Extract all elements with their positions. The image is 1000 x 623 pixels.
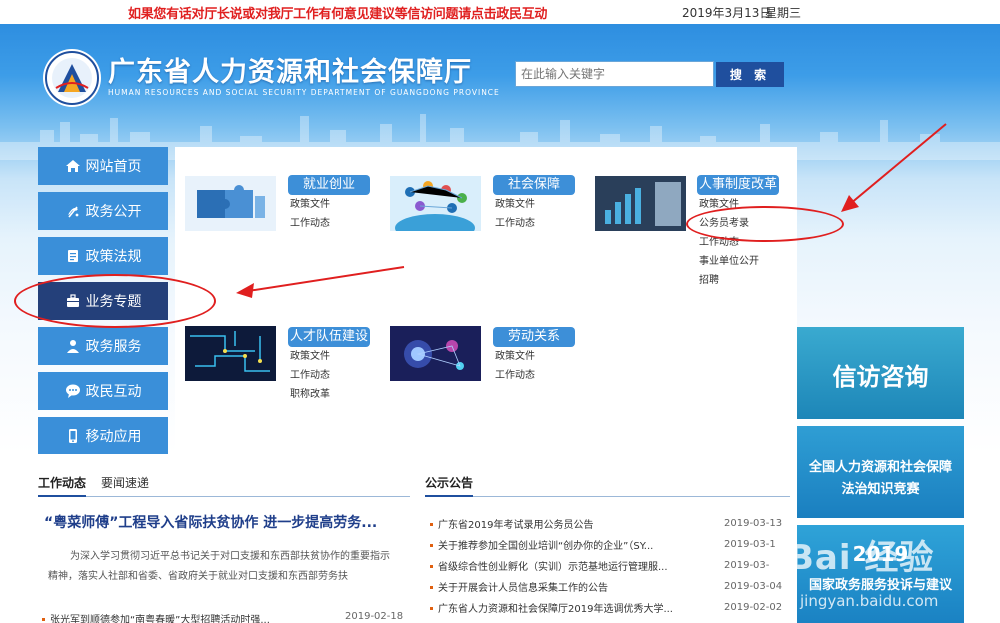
tab-headline-news[interactable]: 要闻速递	[101, 474, 149, 491]
glowing-network-thumbnail[interactable]	[390, 326, 481, 381]
current-weekday: 星期三	[765, 6, 802, 20]
category-title[interactable]: 人事制度改革	[697, 175, 779, 195]
bullet-icon	[430, 607, 433, 610]
tab-work-news[interactable]: 工作动态	[38, 474, 86, 491]
banner-year: 2019	[852, 542, 909, 566]
banner-label: 全国人力资源和社会保障	[808, 460, 952, 475]
nav-home[interactable]: 网站首页	[38, 147, 168, 185]
nav-label: 移动应用	[85, 429, 142, 445]
search-input[interactable]	[515, 61, 714, 87]
banner-label: 国家政务服务投诉与建议	[808, 578, 952, 593]
nav-government-services[interactable]: 政务服务	[38, 327, 168, 365]
bullet-icon	[42, 618, 45, 621]
annotation-ellipse-nav	[14, 274, 216, 328]
banner-label: 法治知识竞赛	[841, 482, 920, 497]
category-link[interactable]: 工作动态	[493, 366, 575, 385]
search-button[interactable]: 搜 索	[716, 62, 784, 87]
government-service-complaint-banner[interactable]: 2019 国家政务服务投诉与建议	[797, 525, 964, 623]
site-subtitle: HUMAN RESOURCES AND SOCIAL SECURITY DEPA…	[108, 88, 500, 97]
notice-item-date: 2019-02-02	[724, 602, 783, 613]
news-headline[interactable]: “粤菜师傅”工程导入省际扶贫协作 进一步提高劳务...	[44, 512, 377, 532]
category-title[interactable]: 就业创业	[288, 175, 370, 195]
bullet-icon	[430, 523, 433, 526]
nav-label: 网站首页	[85, 159, 142, 175]
top-notice-link[interactable]: 如果您有话对厅长说或对我厅工作有何意见建议等信访问题请点击政民互动	[128, 3, 547, 22]
department-logo	[42, 48, 102, 108]
news-item-date: 2019-02-18	[345, 611, 404, 622]
notice-item-title: 关于推荐参加全国创业培训“创办你的企业”（SY...	[438, 541, 654, 552]
notice-item-date: 2019-03-1	[724, 539, 776, 550]
notice-list-item[interactable]: 广东省人力资源和社会保障厅2019年选调优秀大学... 2019-02-02	[430, 600, 798, 618]
notice-list-item[interactable]: 广东省2019年考试录用公务员公告 2019-03-13	[430, 516, 798, 534]
news-item-title: 张光军到顺德参加“南粤春暖”大型招聘活动时强...	[50, 615, 270, 623]
category-link[interactable]: 工作动态	[288, 366, 370, 385]
nav-label: 政务服务	[85, 339, 142, 355]
active-tab-indicator	[38, 495, 86, 497]
category-link[interactable]: 政策文件	[493, 347, 575, 366]
news-summary: 为深入学习贯彻习近平总书记关于对口支援和东西部扶贫协作的重要指示精神，落实人社部…	[48, 551, 390, 582]
category-employment: 就业创业 政策文件 工作动态	[288, 173, 370, 233]
notice-item-date: 2019-03-13	[724, 518, 783, 529]
notice-list-item[interactable]: 关于开展会计人员信息采集工作的公告 2019-03-04	[430, 579, 798, 597]
business-topics-panel: 就业创业 政策文件 工作动态 社会保障 政策文件 工作动态 人事制度改革 政策文…	[175, 147, 797, 454]
category-title[interactable]: 人才队伍建设	[288, 327, 370, 347]
site-title: 广东省人力资源和社会保障厅	[108, 57, 472, 88]
annotation-ellipse-civil-servant	[686, 206, 844, 242]
category-talent-development: 人才队伍建设 政策文件 工作动态 职称改革	[288, 325, 370, 404]
current-date: 2019年3月13日	[682, 6, 772, 20]
news-tabs: 工作动态 要闻速递	[38, 473, 410, 497]
home-icon	[65, 160, 80, 172]
category-link[interactable]: 职称改革	[288, 385, 370, 404]
petition-consultation-banner[interactable]: 信访咨询	[797, 327, 964, 419]
page: { "topbar": { "notice": "如果您有话对厅长说或对我厅工作…	[0, 0, 1000, 623]
user-service-icon	[66, 340, 79, 353]
notice-item-title: 关于开展会计人员信息采集工作的公告	[438, 583, 608, 594]
puzzle-thumbnail[interactable]	[185, 176, 276, 231]
nav-label: 政民互动	[85, 384, 142, 400]
document-icon	[67, 250, 78, 262]
bullet-icon	[430, 544, 433, 547]
notice-item-date: 2019-03-	[724, 560, 770, 571]
top-bar: 如果您有话对厅长说或对我厅工作有何意见建议等信访问题请点击政民互动 2019年3…	[0, 0, 1000, 24]
bullet-icon	[430, 586, 433, 589]
category-link[interactable]: 工作动态	[288, 214, 370, 233]
circuit-thumbnail[interactable]	[185, 326, 276, 381]
notice-item-title: 广东省2019年考试录用公务员公告	[438, 520, 594, 531]
category-link[interactable]: 事业单位公开	[697, 252, 779, 271]
chat-icon	[65, 384, 80, 398]
nav-mobile-apps[interactable]: 移动应用	[38, 417, 168, 455]
category-link[interactable]: 政策文件	[493, 195, 575, 214]
notice-item-title: 省级综合性创业孵化（实训）示范基地运行管理服...	[438, 562, 668, 573]
notice-list-item[interactable]: 关于推荐参加全国创业培训“创办你的企业”（SY... 2019-03-1	[430, 537, 798, 555]
notices-title: 公示公告	[425, 476, 474, 490]
category-link[interactable]: 工作动态	[493, 214, 575, 233]
nav-label: 政策法规	[85, 249, 142, 265]
category-social-security: 社会保障 政策文件 工作动态	[493, 173, 575, 233]
notices-title-underline	[425, 495, 473, 497]
nav-policies[interactable]: 政策法规	[38, 237, 168, 275]
nav-public-interaction[interactable]: 政民互动	[38, 372, 168, 410]
category-link[interactable]: 政策文件	[288, 347, 370, 366]
notice-item-title: 广东省人力资源和社会保障厅2019年选调优秀大学...	[438, 604, 673, 615]
legal-knowledge-contest-banner[interactable]: 全国人力资源和社会保障 法治知识竞赛	[797, 426, 964, 518]
notice-list-item[interactable]: 省级综合性创业孵化（实训）示范基地运行管理服... 2019-03-	[430, 558, 798, 576]
bullet-icon	[430, 565, 433, 568]
notice-item-date: 2019-03-04	[724, 581, 783, 592]
category-labor-relations: 劳动关系 政策文件 工作动态	[493, 325, 575, 385]
notices-header: 公示公告	[425, 473, 790, 497]
category-title[interactable]: 劳动关系	[493, 327, 575, 347]
category-link[interactable]: 招聘	[697, 271, 779, 290]
business-chart-thumbnail[interactable]	[595, 176, 686, 231]
nav-label: 政务公开	[85, 204, 142, 220]
banner-label: 信访咨询	[832, 363, 929, 391]
emblem-icon	[67, 206, 78, 218]
news-list-item[interactable]: 张光军到顺德参加“南粤春暖”大型招聘活动时强... 2019-02-18	[42, 611, 410, 623]
social-network-thumbnail[interactable]	[390, 176, 481, 231]
phone-icon	[68, 429, 77, 443]
category-title[interactable]: 社会保障	[493, 175, 575, 195]
nav-government-affairs[interactable]: 政务公开	[38, 192, 168, 230]
category-link[interactable]: 政策文件	[288, 195, 370, 214]
